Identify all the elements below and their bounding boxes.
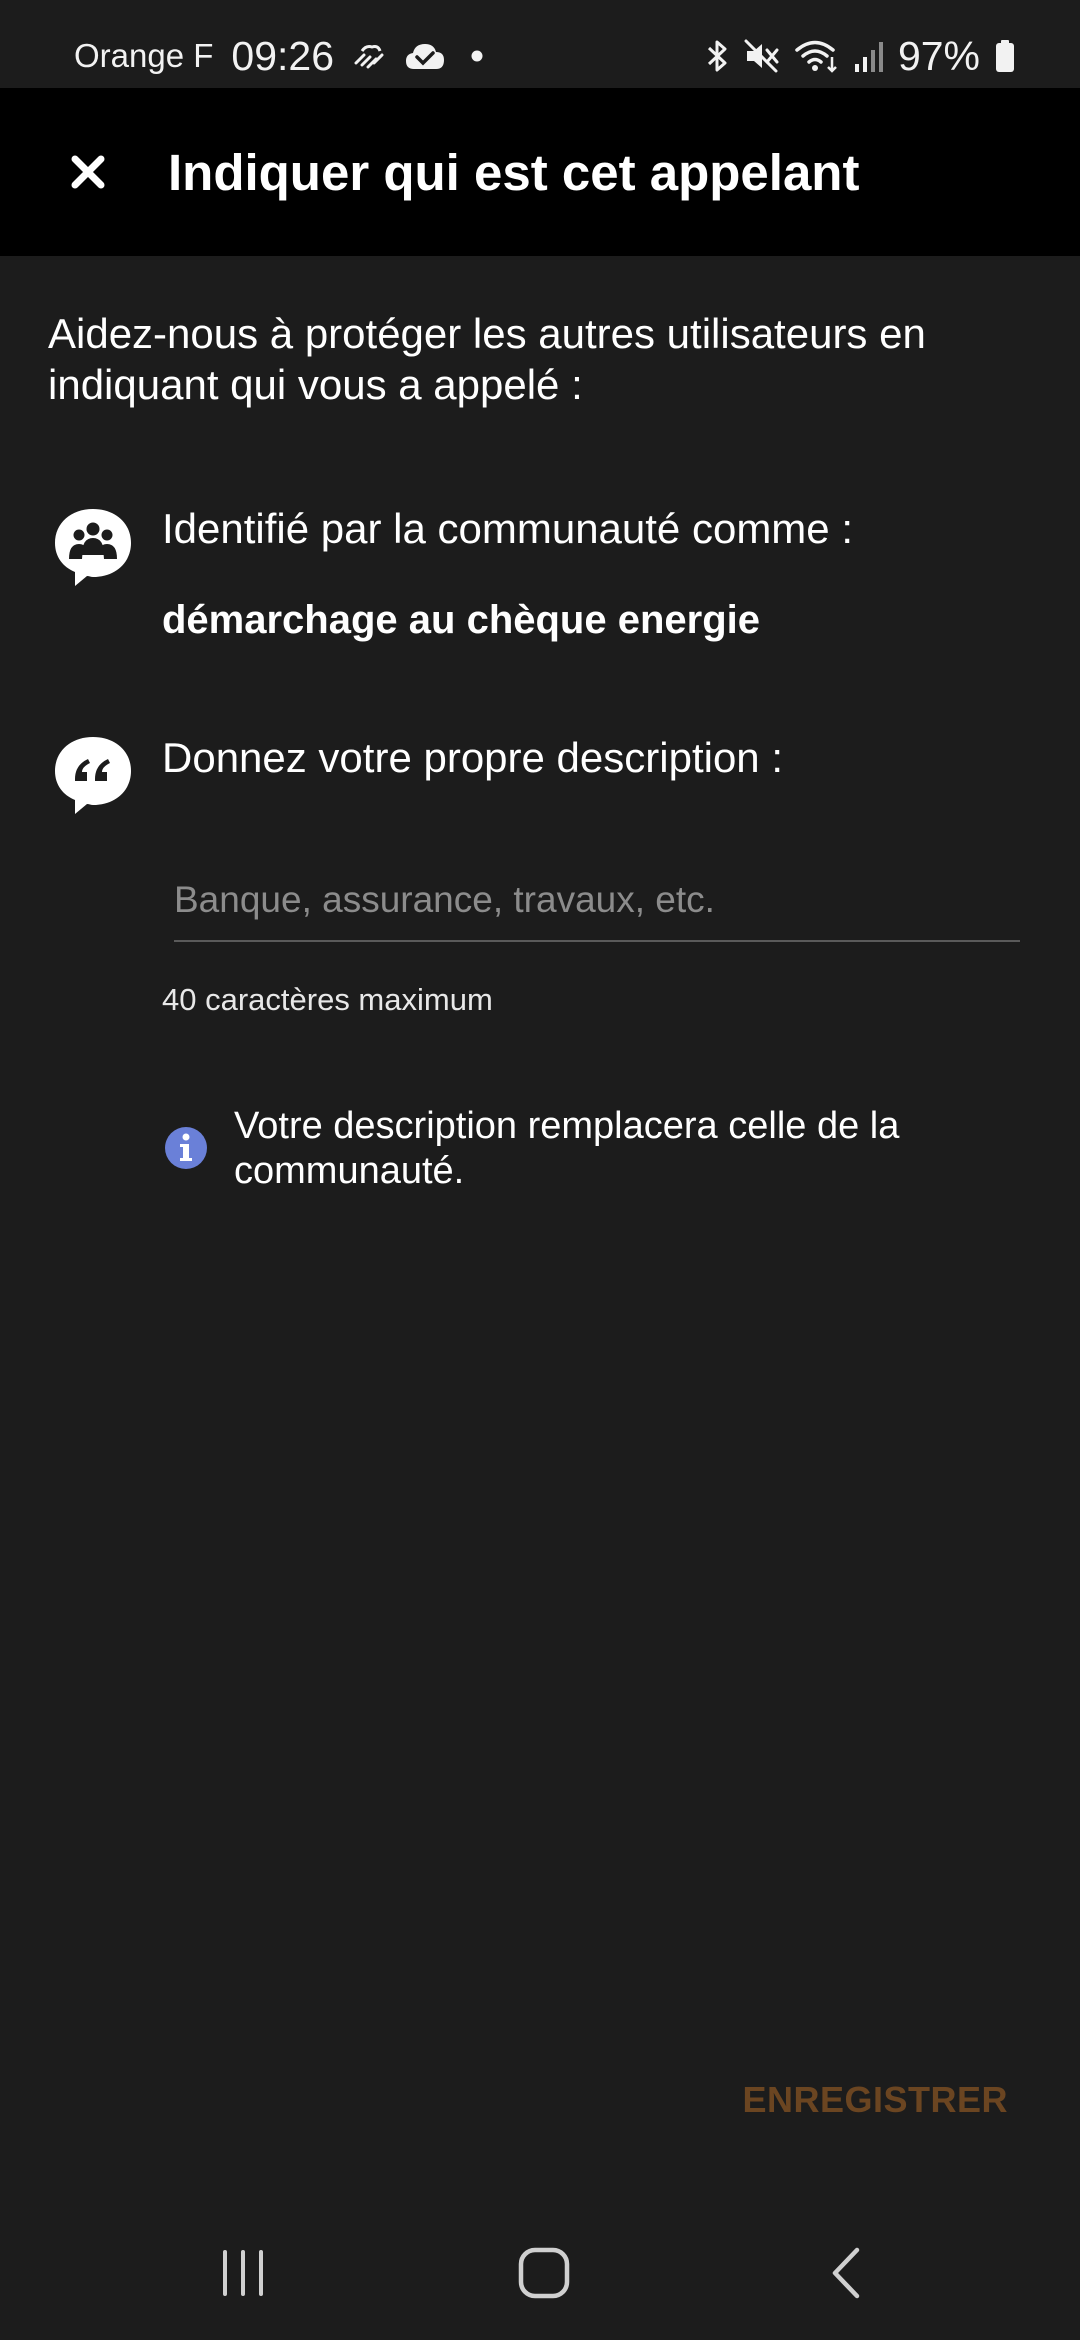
description-input[interactable]: [174, 860, 1020, 942]
own-description-label: Donnez votre propre description :: [162, 734, 783, 781]
navigation-bar: [0, 2200, 1080, 2340]
home-button[interactable]: [494, 2240, 594, 2306]
char-limit-hint: 40 caractères maximum: [162, 982, 493, 1017]
page-title: Indiquer qui est cet appelant: [168, 143, 860, 201]
home-icon: [518, 2247, 570, 2299]
bluetooth-icon: [704, 39, 730, 73]
weather-icon: [352, 41, 386, 71]
mute-icon: [744, 39, 780, 73]
info-icon: [165, 1127, 207, 1169]
cloud-check-icon: [404, 41, 446, 71]
status-time: 09:26: [231, 32, 335, 79]
intro-text: Aidez-nous à protéger les autres utilisa…: [48, 310, 926, 408]
carrier-name: Orange F: [74, 37, 214, 74]
battery-percent: 97%: [897, 32, 980, 79]
community-label: Identifié par la communauté comme :: [162, 505, 853, 552]
signal-icon: [854, 40, 884, 72]
community-icon: [55, 509, 131, 586]
close-icon: [71, 155, 105, 189]
wifi-icon: [794, 39, 840, 73]
back-icon: [832, 2247, 860, 2299]
close-button[interactable]: [44, 128, 132, 216]
info-text: Votre description remplacera celle de la…: [234, 1105, 900, 1192]
recent-apps-icon: [223, 2250, 263, 2296]
status-bar: Orange F 09:26 97%: [0, 0, 1080, 88]
battery-icon: [994, 39, 1016, 73]
dot-icon: [464, 48, 490, 64]
community-description: démarchage au chèque energie: [162, 598, 761, 642]
save-button[interactable]: ENREGISTRER: [742, 2070, 1008, 2130]
back-button[interactable]: [797, 2240, 897, 2306]
quote-icon: [55, 737, 131, 814]
app-toolbar: Indiquer qui est cet appelant: [0, 88, 1080, 256]
recent-apps-button[interactable]: [193, 2240, 293, 2306]
